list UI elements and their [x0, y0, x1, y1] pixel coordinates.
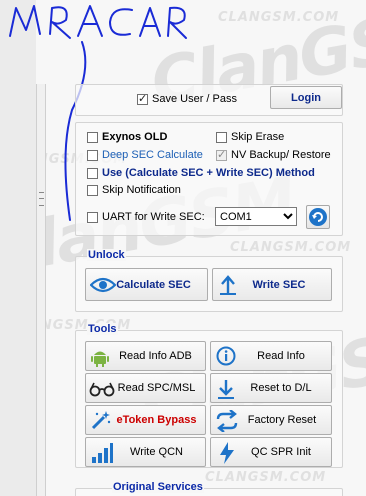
- read-spc-button[interactable]: Read SPC/MSL: [85, 373, 206, 403]
- skip-erase-checkbox[interactable]: Skip Erase: [216, 131, 284, 143]
- watermark-text: CLANGSM.COM: [230, 240, 352, 255]
- reset-to-dl-button[interactable]: Reset to D/L: [210, 373, 332, 403]
- button-label: Write SEC: [252, 278, 306, 291]
- checkbox-label: Exynos OLD: [102, 131, 168, 143]
- button-label: eToken Bypass: [116, 414, 197, 426]
- checkbox-label: Skip Notification: [102, 184, 181, 196]
- write-sec-button[interactable]: Write SEC: [212, 268, 332, 301]
- etoken-bypass-button[interactable]: eToken Bypass: [85, 405, 206, 435]
- deep-sec-checkbox[interactable]: Deep SEC Calculate: [87, 149, 203, 161]
- button-label: Login: [291, 91, 321, 104]
- original-services-group-title: Original Services: [112, 481, 204, 493]
- button-label: QC SPR Init: [251, 446, 311, 458]
- checkbox-label: UART for Write SEC:: [102, 211, 205, 223]
- nv-backup-checkbox: NV Backup/ Restore: [216, 148, 331, 161]
- checkbox-box[interactable]: [87, 149, 98, 161]
- com-port-select[interactable]: COM1: [215, 207, 297, 226]
- checkbox-box[interactable]: [137, 92, 148, 105]
- left-panel: [0, 0, 36, 496]
- watermark-text: CLANGSM.COM: [205, 470, 327, 485]
- refresh-ports-button[interactable]: [306, 205, 330, 229]
- checkbox-box[interactable]: [87, 184, 98, 196]
- save-user-pass-checkbox[interactable]: Save User / Pass: [137, 92, 237, 105]
- original-services-group: Original Services: [75, 481, 343, 496]
- read-info-adb-button[interactable]: Read Info ADB: [85, 341, 206, 371]
- write-qcn-button[interactable]: Write QCN: [85, 437, 206, 467]
- skip-notification-checkbox[interactable]: Skip Notification: [87, 184, 181, 196]
- grip-icon: [39, 192, 44, 206]
- calculate-sec-button[interactable]: Calculate SEC: [85, 268, 208, 301]
- checkbox-box[interactable]: [87, 211, 98, 223]
- tools-group-title: Tools: [87, 323, 118, 335]
- watermark-text: CLANGSM.COM: [218, 10, 340, 25]
- refresh-icon: [309, 208, 327, 226]
- exynos-old-checkbox[interactable]: Exynos OLD: [87, 131, 167, 143]
- checkbox-label: NV Backup/ Restore: [231, 149, 331, 161]
- button-label: Factory Reset: [247, 414, 317, 426]
- use-method-checkbox[interactable]: Use (Calculate SEC + Write SEC) Method: [87, 167, 315, 179]
- checkbox-label: Use (Calculate SEC + Write SEC) Method: [102, 167, 315, 179]
- checkbox-box: [216, 148, 227, 161]
- qc-spr-init-button[interactable]: QC SPR Init: [210, 437, 332, 467]
- button-label: Calculate SEC: [116, 278, 191, 291]
- checkbox-box[interactable]: [87, 167, 98, 179]
- button-label: Reset to D/L: [250, 382, 312, 394]
- checkbox-label: Save User / Pass: [152, 93, 237, 105]
- read-info-button[interactable]: Read Info: [210, 341, 332, 371]
- button-label: Write QCN: [130, 446, 183, 458]
- button-label: Read Info: [257, 350, 305, 362]
- checkbox-label: Deep SEC Calculate: [102, 149, 203, 161]
- unlock-group-title: Unlock: [87, 249, 126, 261]
- checkbox-box[interactable]: [216, 131, 227, 143]
- splitter[interactable]: [36, 84, 46, 496]
- uart-write-sec-checkbox[interactable]: UART for Write SEC:: [87, 211, 205, 223]
- login-button[interactable]: Login: [270, 86, 342, 109]
- button-label: Read Info ADB: [119, 350, 192, 362]
- factory-reset-button[interactable]: Factory Reset: [210, 405, 332, 435]
- button-label: Read SPC/MSL: [117, 382, 196, 394]
- checkbox-box[interactable]: [87, 131, 98, 143]
- options-group: Exynos OLD Skip Erase Deep SEC Calculate…: [75, 122, 343, 236]
- checkbox-label: Skip Erase: [231, 131, 285, 143]
